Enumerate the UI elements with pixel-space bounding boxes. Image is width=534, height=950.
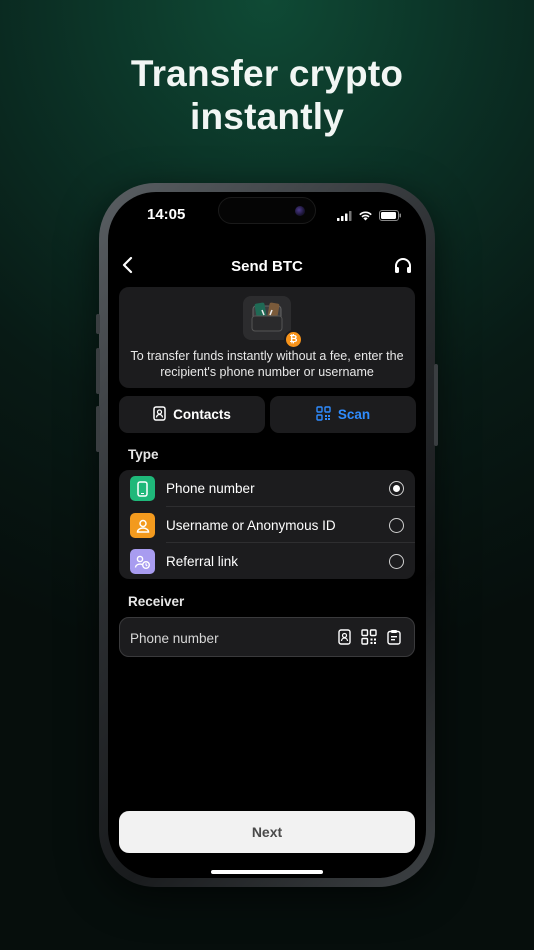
status-time: 14:05 — [147, 206, 186, 223]
type-option-referral[interactable]: Referral link — [119, 543, 415, 579]
status-icons — [337, 208, 402, 226]
contact-book-icon — [153, 405, 166, 424]
radio-unselected[interactable] — [389, 554, 404, 569]
clipboard-icon[interactable] — [387, 629, 401, 650]
qr-code-icon[interactable] — [361, 629, 377, 650]
receiver-field — [119, 617, 415, 657]
type-option-label: Phone number — [166, 481, 255, 496]
type-section-label: Type — [128, 447, 159, 462]
type-option-label: Referral link — [166, 554, 239, 569]
type-options-list: Phone number Username or Anonymous ID Re… — [119, 470, 415, 579]
promo-headline-line2: instantly — [190, 96, 344, 137]
contacts-button-label: Contacts — [173, 407, 231, 422]
battery-icon — [379, 208, 402, 226]
next-button[interactable]: Next — [119, 811, 415, 853]
receiver-section-label: Receiver — [128, 594, 185, 609]
volume-down-button — [96, 406, 100, 452]
phone-screen: 14:05 Send BTC ₿ To transfer funds insta… — [108, 192, 426, 878]
wifi-icon — [358, 208, 373, 226]
receiver-field-actions — [338, 629, 401, 650]
action-button — [96, 314, 100, 334]
nav-bar: Send BTC — [108, 252, 426, 282]
camera-lens — [295, 206, 305, 216]
btc-badge-icon: ₿ — [284, 330, 303, 349]
promo-headline-line1: Transfer crypto — [130, 53, 404, 94]
promo-headline: Transfer crypto instantly — [0, 52, 534, 138]
signal-icon — [337, 208, 352, 226]
home-indicator — [211, 870, 323, 874]
info-card: ₿ To transfer funds instantly without a … — [119, 287, 415, 388]
type-option-label: Username or Anonymous ID — [166, 518, 336, 533]
dynamic-island — [218, 197, 316, 224]
qr-code-icon — [316, 405, 331, 424]
headset-icon[interactable] — [393, 256, 413, 281]
power-button — [434, 364, 438, 446]
radio-unselected[interactable] — [389, 518, 404, 533]
contacts-button[interactable]: Contacts — [119, 396, 265, 433]
radio-selected[interactable] — [389, 481, 404, 496]
page-title: Send BTC — [231, 258, 303, 275]
wallet-icon — [243, 296, 291, 340]
user-icon — [130, 513, 155, 538]
volume-up-button — [96, 348, 100, 394]
referral-icon — [130, 549, 155, 574]
scan-button-label: Scan — [337, 407, 371, 422]
phone-icon — [130, 476, 155, 501]
scan-button[interactable]: Scan — [270, 396, 416, 433]
type-option-username[interactable]: Username or Anonymous ID — [119, 507, 415, 543]
info-text: To transfer funds instantly without a fe… — [130, 349, 404, 379]
type-option-phone[interactable]: Phone number — [119, 470, 415, 506]
receiver-input[interactable] — [130, 628, 320, 648]
contact-book-icon[interactable] — [338, 629, 351, 650]
